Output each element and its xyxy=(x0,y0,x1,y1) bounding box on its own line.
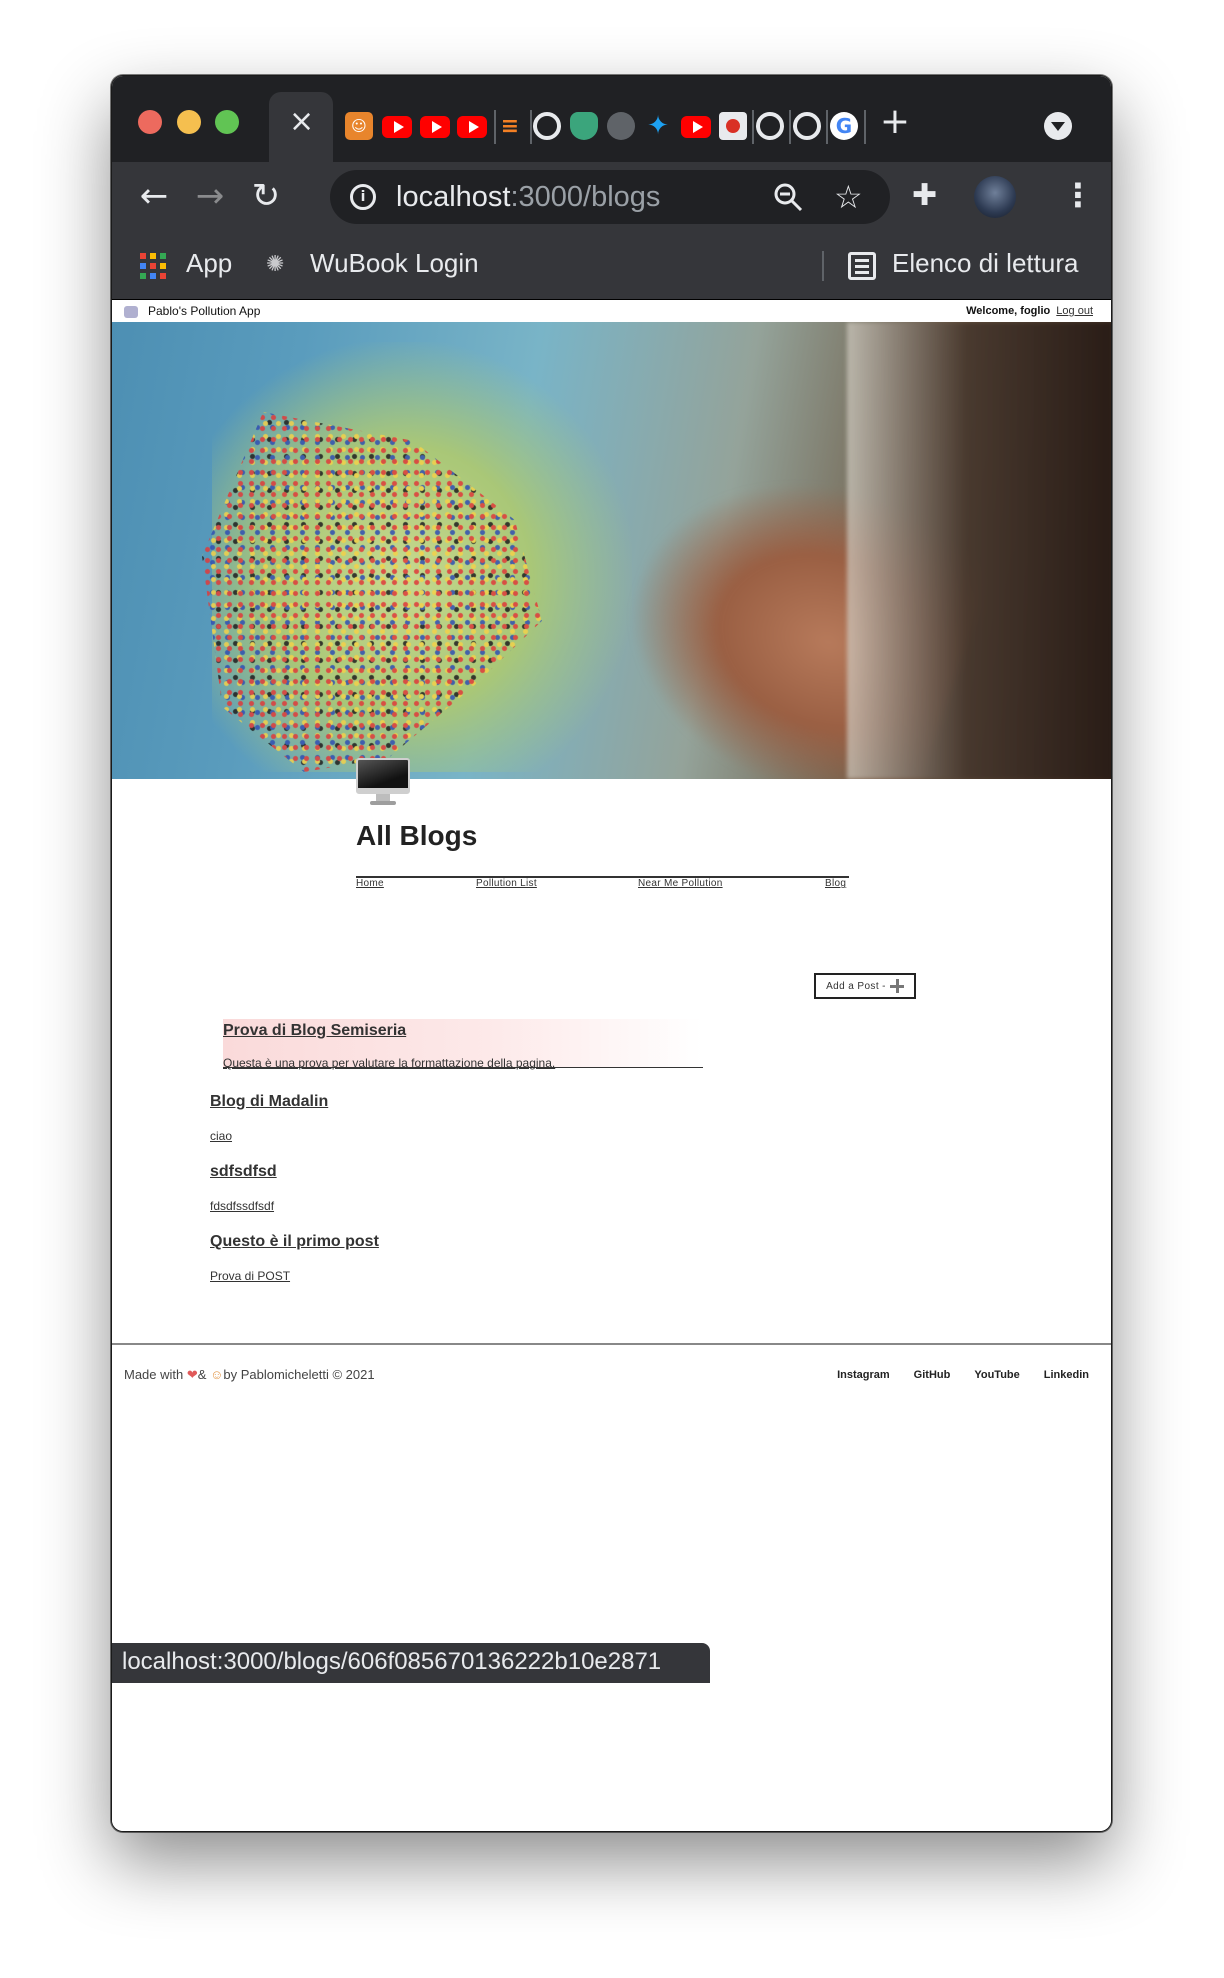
reload-icon[interactable]: ↻ xyxy=(246,176,286,216)
footer-links: Instagram GitHub YouTube Linkedin xyxy=(837,1369,1089,1381)
footer-youtube-link[interactable]: YouTube xyxy=(974,1369,1019,1381)
reading-list-button[interactable]: Elenco di lettura xyxy=(892,248,1078,279)
hero-image-world-map xyxy=(112,322,1111,779)
welcome-area: Welcome, foglio Log out xyxy=(966,305,1093,317)
back-arrow-icon[interactable]: ← xyxy=(134,176,174,216)
bookmark-star-icon[interactable]: ☆ xyxy=(834,178,863,216)
nav-near-me-pollution-link[interactable]: Near Me Pollution xyxy=(638,878,723,889)
blog-post-item[interactable]: Questo è il primo post Prova di POST xyxy=(210,1233,379,1283)
welcome-text: Welcome, foglio xyxy=(966,305,1051,317)
pinned-tab-github-icon[interactable] xyxy=(533,112,561,140)
footer-credit: Made with ❤& ☺by Pablomicheletti © 2021 xyxy=(124,1367,375,1383)
nav-pollution-list-link[interactable]: Pollution List xyxy=(476,878,537,889)
blog-post-item[interactable]: sdfsdfsd fdsdfssdfsdf xyxy=(210,1163,277,1213)
bookmark-app[interactable]: App xyxy=(186,248,232,279)
tab-search-chevron-icon[interactable] xyxy=(1044,112,1072,140)
reading-list-icon[interactable] xyxy=(848,252,876,280)
forward-arrow-icon[interactable]: → xyxy=(190,176,230,216)
link-status-bar: localhost:3000/blogs/606f085670136222b10… xyxy=(112,1643,710,1683)
url-text[interactable]: localhost:3000/blogs xyxy=(396,181,660,214)
extensions-puzzle-icon[interactable]: ✚ xyxy=(912,178,937,213)
add-post-label: Add a Post - xyxy=(826,980,886,992)
blog-post-title[interactable]: Prova di Blog Semiseria xyxy=(223,1022,703,1040)
site-info-icon[interactable]: i xyxy=(350,184,376,210)
pinned-tab-github-icon[interactable] xyxy=(793,112,821,140)
site-name[interactable]: Pablo's Pollution App xyxy=(148,304,260,318)
pinned-tab-profile-icon[interactable] xyxy=(719,112,747,140)
pinned-tab-youtube-icon[interactable] xyxy=(681,116,711,138)
nav-home-link[interactable]: Home xyxy=(356,878,384,889)
pinned-tab-github-icon[interactable] xyxy=(756,112,784,140)
close-window-button[interactable] xyxy=(138,110,162,134)
footer-github-link[interactable]: GitHub xyxy=(914,1369,951,1381)
plus-icon xyxy=(889,979,904,993)
maximize-window-button[interactable] xyxy=(215,110,239,134)
nav-blog-link[interactable]: Blog xyxy=(825,878,846,889)
bookmarks-bar: App ✺ WuBook Login Elenco di lettura xyxy=(112,232,1111,300)
computer-icon xyxy=(356,758,410,808)
pinned-tab-youtube-icon[interactable] xyxy=(382,116,412,138)
site-nav: Home Pollution List Near Me Pollution Bl… xyxy=(356,876,849,890)
pinned-tab-twitter-icon[interactable]: ✦ xyxy=(644,111,672,141)
blog-post-title[interactable]: sdfsdfsd xyxy=(210,1163,277,1181)
logout-link[interactable]: Log out xyxy=(1056,305,1093,317)
zoom-icon[interactable] xyxy=(773,182,803,212)
bookmarks-separator xyxy=(822,251,824,281)
add-post-button[interactable]: Add a Post - xyxy=(814,973,916,999)
pinned-tab-app-icon[interactable]: ☺ xyxy=(345,112,373,140)
tab-separator xyxy=(752,110,754,144)
pinned-tab-youtube-icon[interactable] xyxy=(420,116,450,138)
footer-instagram-link[interactable]: Instagram xyxy=(837,1369,890,1381)
close-tab-icon[interactable]: × xyxy=(289,107,314,137)
profile-avatar[interactable] xyxy=(974,176,1016,218)
pinned-tab-globe-icon[interactable] xyxy=(607,112,635,140)
blog-post-excerpt[interactable]: Questa è una prova per valutare la forma… xyxy=(223,1056,703,1070)
blog-post-excerpt[interactable]: ciao xyxy=(210,1129,328,1143)
footer-divider xyxy=(112,1343,1111,1345)
site-header: Pablo's Pollution App Welcome, foglio Lo… xyxy=(112,300,1111,322)
smiley-icon: ☺ xyxy=(210,1367,224,1382)
site-logo-icon[interactable] xyxy=(124,306,138,318)
pinned-tab-shield-icon[interactable] xyxy=(570,112,598,140)
wubook-icon: ✺ xyxy=(266,252,285,277)
pinned-tab-youtube-icon[interactable] xyxy=(457,116,487,138)
minimize-window-button[interactable] xyxy=(177,110,201,134)
bookmark-wubook-login[interactable]: WuBook Login xyxy=(310,248,479,279)
blog-post-item[interactable]: Blog di Madalin ciao xyxy=(210,1093,328,1143)
pinned-tab-google-icon[interactable]: G xyxy=(830,112,858,140)
blog-post-excerpt[interactable]: Prova di POST xyxy=(210,1269,379,1283)
tab-strip: × ☺ ≡ ✦ G + xyxy=(112,76,1111,162)
browser-toolbar: ← → ↻ i localhost:3000/blogs ☆ ✚ ⋮ xyxy=(112,162,1111,232)
footer-linkedin-link[interactable]: Linkedin xyxy=(1044,1369,1089,1381)
web-page: Pablo's Pollution App Welcome, foglio Lo… xyxy=(112,300,1111,1831)
blog-post-excerpt[interactable]: fdsdfssdfsdf xyxy=(210,1199,277,1213)
page-title: All Blogs xyxy=(356,820,478,851)
more-menu-icon[interactable]: ⋮ xyxy=(1062,176,1094,214)
active-tab[interactable]: × xyxy=(269,92,333,162)
footer-amp: & xyxy=(197,1367,207,1382)
tab-separator xyxy=(826,110,828,144)
tab-separator xyxy=(864,110,866,144)
heart-icon: ❤ xyxy=(186,1367,198,1382)
blog-post-item[interactable]: Prova di Blog Semiseria Questa è una pro… xyxy=(223,1019,703,1070)
address-bar[interactable]: i localhost:3000/blogs ☆ xyxy=(330,170,890,224)
tab-separator xyxy=(530,110,532,144)
footer-credit-suffix: by Pablomicheletti © 2021 xyxy=(223,1367,375,1382)
blog-post-title[interactable]: Blog di Madalin xyxy=(210,1093,328,1111)
footer-credit-prefix: Made with xyxy=(124,1367,184,1382)
new-tab-button[interactable]: + xyxy=(877,104,913,140)
hero-background-frame xyxy=(847,322,1111,779)
pinned-tab-stackoverflow-icon[interactable]: ≡ xyxy=(496,112,524,140)
tab-separator xyxy=(789,110,791,144)
apps-grid-icon[interactable] xyxy=(140,253,166,279)
browser-window: × ☺ ≡ ✦ G + ← → ↻ i localhost:3000/blogs xyxy=(111,75,1112,1832)
blog-post-title[interactable]: Questo è il primo post xyxy=(210,1233,379,1251)
